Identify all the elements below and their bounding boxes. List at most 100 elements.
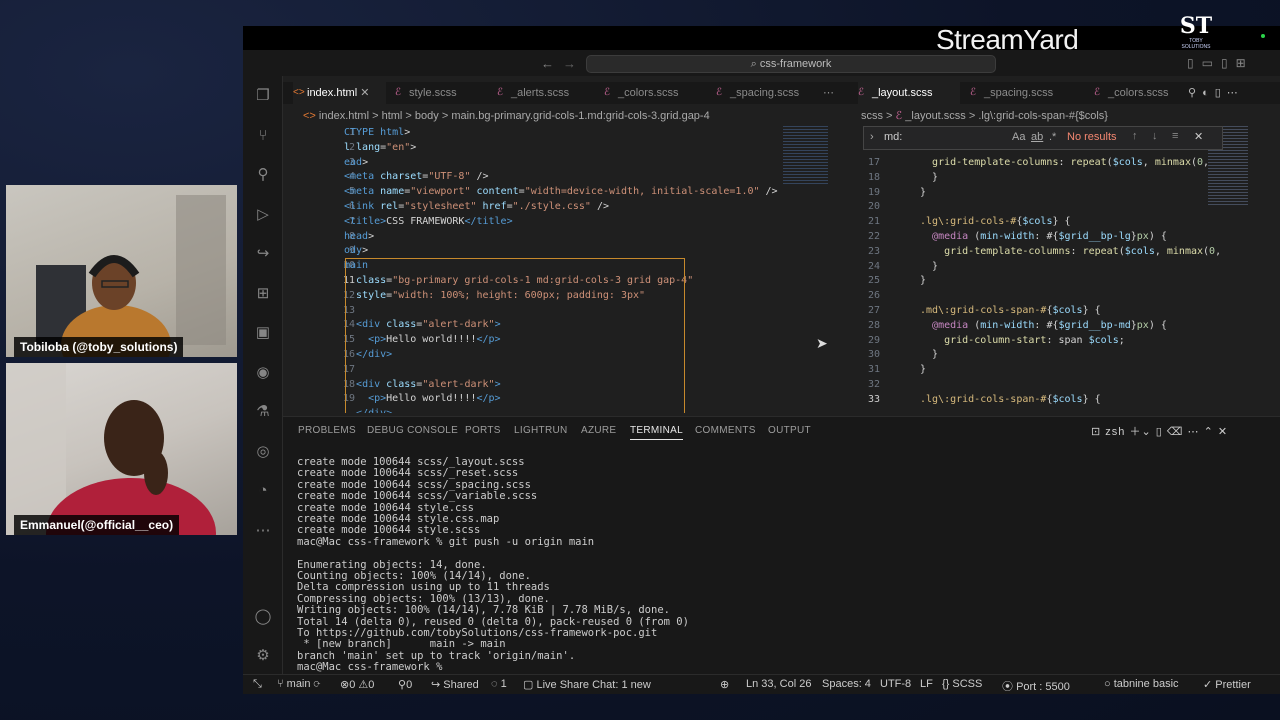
remote-explorer-icon[interactable]: ▣ bbox=[253, 323, 273, 343]
zoom-icon[interactable]: ⊕ bbox=[720, 678, 729, 691]
accounts-icon[interactable]: ◯ bbox=[253, 607, 273, 627]
problems-indicator[interactable]: ⊗0 ⚠0 bbox=[340, 678, 374, 691]
live-share-status[interactable]: ↪ Shared bbox=[431, 678, 479, 691]
participant-silhouette-1 bbox=[36, 195, 226, 357]
timeline-icon[interactable]: ◔ bbox=[253, 481, 273, 501]
whole-word-toggle[interactable]: ab bbox=[1031, 131, 1043, 143]
sync-icon: ⟳ bbox=[313, 678, 321, 690]
panel-tab-lightrun[interactable]: LIGHTRUN bbox=[514, 425, 568, 436]
line-number: 32 bbox=[867, 378, 880, 390]
participants-count[interactable]: ◌ 1 bbox=[491, 678, 507, 690]
toggle-sidebar-icon[interactable]: ▯ bbox=[1187, 56, 1202, 70]
find-in-selection-icon[interactable]: ≡ bbox=[1172, 130, 1178, 142]
warning-icon: ⚠ bbox=[358, 679, 369, 691]
indentation[interactable]: Spaces: 4 bbox=[822, 678, 871, 690]
scss-icon: ℰ bbox=[604, 87, 611, 98]
panel-tab-problems[interactable]: PROBLEMS bbox=[298, 425, 356, 436]
language-mode[interactable]: {} SCSS bbox=[942, 678, 982, 690]
editor-actions: ⚲◐▯⋯ bbox=[1188, 82, 1244, 104]
remote-indicator-icon[interactable]: ⤡ bbox=[253, 678, 262, 691]
source-control-icon: ⑂ bbox=[277, 678, 287, 690]
new-terminal-icon[interactable]: ＋ bbox=[1129, 426, 1141, 438]
left-editor[interactable]: 1 2 3 4 5 6 7 8 9 10 11 12 13 14 15 16 17 18 19 CTYPE html… bbox=[283, 126, 848, 413]
docker-icon[interactable]: ◉ bbox=[253, 363, 273, 383]
ports-indicator[interactable]: ⚲0 bbox=[398, 678, 412, 691]
live-share-chat[interactable]: ▢ Live Share Chat: 1 new bbox=[523, 678, 651, 691]
previous-match-icon[interactable]: ↑ bbox=[1132, 130, 1138, 142]
panel-tab-ports[interactable]: PORTS bbox=[465, 425, 501, 436]
expand-replace-icon[interactable]: › bbox=[870, 131, 874, 143]
testing-icon[interactable]: ⚗ bbox=[253, 402, 273, 422]
live-server-port[interactable]: ⦿ Port : 5500 bbox=[1002, 678, 1070, 694]
more-actions-icon[interactable]: ⋯ bbox=[823, 82, 834, 104]
scss-code: grid-template-columns: repeat($cols, min… bbox=[920, 157, 1222, 405]
command-center-search[interactable]: ⌕ css-framework bbox=[586, 55, 996, 73]
regex-toggle[interactable]: .* bbox=[1049, 131, 1056, 143]
github-icon[interactable]: ◎ bbox=[253, 442, 273, 462]
tab-spacing-scss-right[interactable]: ℰ _spacing.scss bbox=[970, 82, 1053, 104]
split-terminal-icon[interactable]: ▯ bbox=[1156, 426, 1163, 438]
pin-icon[interactable]: ⚲ bbox=[1188, 87, 1202, 99]
tab-colors-scss[interactable]: ℰ _colors.scss bbox=[604, 82, 679, 104]
activity-bar: ❐ ⑂ ⚲ ▷ ↪ ⊞ ▣ ◉ ⚗ ◎ ◔ ⋯ ◯ ⚙ bbox=[243, 76, 283, 674]
tab-style-scss[interactable]: ℰstyle.scss bbox=[395, 82, 457, 104]
tab-spacing-scss[interactable]: ℰ _spacing.scss bbox=[716, 82, 799, 104]
html-icon: <> bbox=[293, 87, 305, 98]
line-number: 23 bbox=[867, 245, 880, 257]
trash-icon[interactable]: ⌫ bbox=[1167, 426, 1184, 438]
tabnine-status[interactable]: ○ tabnine basic bbox=[1104, 678, 1179, 690]
live-share-icon[interactable]: ↪ bbox=[253, 244, 273, 264]
search-icon[interactable]: ⚲ bbox=[253, 165, 273, 185]
tab-layout-scss[interactable]: ℰ _layout.scss bbox=[858, 82, 960, 104]
tab-alerts-scss[interactable]: ℰ _alerts.scss bbox=[497, 82, 569, 104]
maximize-panel-icon[interactable]: ⌃ bbox=[1204, 426, 1214, 438]
toggle-secondary-sidebar-icon[interactable]: ▯ bbox=[1221, 56, 1236, 70]
back-arrow-icon[interactable]: ← bbox=[541, 56, 554, 71]
tab-colors-scss-right[interactable]: ℰ _colors.scss bbox=[1094, 82, 1169, 104]
line-number: 21 bbox=[867, 216, 880, 228]
explorer-icon[interactable]: ❐ bbox=[253, 86, 273, 106]
live-share-icon: ↪ bbox=[431, 679, 444, 691]
close-panel-icon[interactable]: ✕ bbox=[1218, 426, 1228, 438]
extensions-icon[interactable]: ⊞ bbox=[253, 284, 273, 304]
terminal-line: create mode 100644 scss/_variable.scss bbox=[297, 490, 538, 503]
close-find-icon[interactable]: ✕ bbox=[1194, 130, 1203, 143]
panel-tab-terminal[interactable]: TERMINAL bbox=[630, 425, 683, 440]
more-icon[interactable]: ⋯ bbox=[1188, 426, 1200, 438]
source-control-icon[interactable]: ⑂ bbox=[253, 126, 273, 146]
split-editor-icon[interactable]: ▯ bbox=[1215, 87, 1227, 99]
more-icon[interactable]: ⋯ bbox=[253, 521, 273, 541]
match-case-toggle[interactable]: Aa bbox=[1012, 131, 1025, 143]
next-match-icon[interactable]: ↓ bbox=[1152, 130, 1158, 142]
run-debug-icon[interactable]: ▷ bbox=[253, 205, 273, 225]
broadcast-icon[interactable]: ◐ bbox=[1202, 87, 1215, 99]
toggle-panel-icon[interactable]: ▭ bbox=[1202, 56, 1221, 70]
panel-tab-comments[interactable]: COMMENTS bbox=[695, 425, 756, 436]
terminal-shell-name[interactable]: zsh bbox=[1105, 426, 1125, 438]
panel-tab-output[interactable]: OUTPUT bbox=[768, 425, 811, 436]
end-of-line[interactable]: LF bbox=[920, 678, 933, 690]
forward-arrow-icon[interactable]: → bbox=[563, 56, 576, 71]
layout-controls: ▯▭▯⊞ bbox=[1187, 56, 1254, 70]
line-number: 25 bbox=[867, 275, 880, 287]
scss-icon: ℰ bbox=[395, 87, 402, 98]
branch-indicator[interactable]: ⑂ main ⟳ bbox=[277, 678, 320, 690]
find-input[interactable]: md: bbox=[884, 131, 902, 143]
close-tab-icon[interactable]: ✕ bbox=[360, 87, 369, 99]
customize-layout-icon[interactable]: ⊞ bbox=[1236, 56, 1254, 70]
encoding[interactable]: UTF-8 bbox=[880, 678, 911, 690]
prettier-status[interactable]: ✓ Prettier bbox=[1203, 678, 1251, 691]
settings-gear-icon[interactable]: ⚙ bbox=[253, 646, 273, 666]
terminal-output[interactable]: create mode 100644 scss/_layout.scss crea… bbox=[297, 456, 689, 674]
more-actions-icon[interactable]: ⋯ bbox=[1227, 87, 1244, 99]
right-editor[interactable]: 17 18 19 20 21 22 23 24 25 26 27 28 29 30 31 32 33 grid-… bbox=[848, 126, 1280, 413]
cursor-position[interactable]: Ln 33, Col 26 bbox=[746, 678, 811, 690]
line-number: 29 bbox=[867, 334, 880, 346]
panel-tab-debug-console[interactable]: DEBUG CONSOLE bbox=[367, 425, 458, 436]
minimap bbox=[783, 126, 828, 186]
chevron-down-icon[interactable]: ⌄ bbox=[1141, 426, 1151, 438]
panel-tab-azure[interactable]: AZURE bbox=[581, 425, 616, 436]
tab-index-html[interactable]: <> index.html ✕ bbox=[293, 82, 386, 104]
right-editor-tabs: ℰ _layout.scss ℰ _spacing.scss ℰ _colors.sc… bbox=[848, 82, 1280, 104]
